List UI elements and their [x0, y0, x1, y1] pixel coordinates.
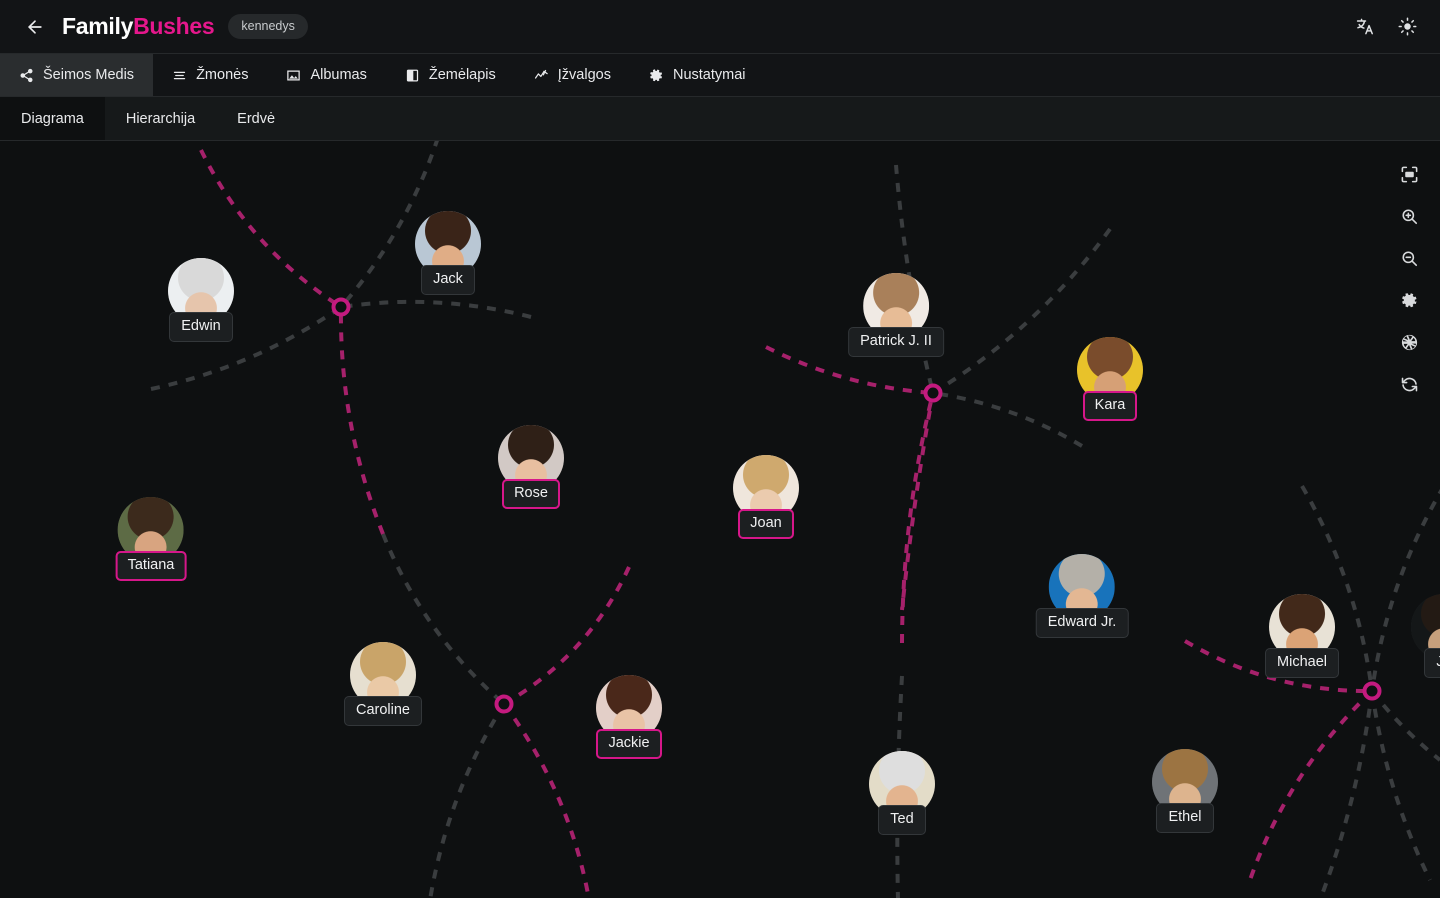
tab-seimos-medis[interactable]: Šeimos Medis	[0, 54, 154, 96]
person-label[interactable]: Joan	[738, 509, 794, 539]
graph-edge	[900, 392, 935, 611]
person-label[interactable]: Jo	[1424, 648, 1440, 678]
reset-view-button[interactable]	[1394, 369, 1424, 399]
person-node-ethel[interactable]: Ethel	[1152, 749, 1218, 833]
person-node-michael[interactable]: Michael	[1265, 594, 1339, 678]
top-header-bar: Family Bushes kennedys	[0, 0, 1440, 54]
tab-label: Šeimos Medis	[43, 67, 135, 83]
person-label[interactable]: Edward Jr.	[1035, 608, 1129, 638]
graph-edge	[428, 702, 506, 898]
graph-edges-layer	[150, 141, 1440, 898]
tab-albumas[interactable]: Albumas	[267, 54, 385, 96]
person-label[interactable]: Tatiana	[115, 551, 187, 581]
person-label[interactable]: Caroline	[344, 696, 422, 726]
person-label[interactable]: Rose	[502, 479, 560, 509]
aperture-icon	[1401, 334, 1417, 350]
union-node-u3[interactable]	[494, 694, 514, 714]
person-node-patrick[interactable]: Patrick J. II	[848, 273, 944, 357]
snapshot-button[interactable]	[1394, 327, 1424, 357]
secondary-tab-bar: Diagrama Hierarchija Erdvė	[0, 97, 1440, 141]
tab-label: Albumas	[310, 67, 367, 83]
person-label[interactable]: Patrick J. II	[848, 327, 944, 357]
zoom-in-icon	[1401, 208, 1417, 224]
gear-icon	[649, 68, 664, 83]
arrow-left-icon	[28, 19, 42, 34]
tab-nustatymai[interactable]: Nustatymai	[630, 54, 765, 96]
brand-primary: Family	[62, 13, 134, 39]
fit-to-screen-icon	[1401, 166, 1417, 182]
person-node-ted[interactable]: Ted	[869, 751, 935, 835]
tab-izvalgos[interactable]: Įžvalgos	[515, 54, 630, 96]
person-node-jack[interactable]: Jack	[415, 211, 481, 295]
person-label[interactable]: Jackie	[596, 729, 662, 759]
list-icon	[172, 68, 187, 83]
tab-label: Žmonės	[196, 67, 249, 83]
image-icon	[286, 68, 301, 83]
fit-to-screen-button[interactable]	[1394, 159, 1424, 189]
gear-icon	[1401, 292, 1416, 307]
subtab-erdve[interactable]: Erdvė	[216, 97, 296, 140]
person-node-edwardjr[interactable]: Edward Jr.	[1035, 554, 1129, 638]
union-node-u4[interactable]	[1362, 681, 1382, 701]
primary-tab-bar: Šeimos Medis Žmonės Albumas Žemėlapis Įž…	[0, 54, 1440, 97]
graph-edge	[1370, 690, 1432, 881]
person-node-kara[interactable]: Kara	[1077, 337, 1143, 421]
zoom-out-icon	[1401, 250, 1417, 266]
person-node-edwin[interactable]: Edwin	[168, 258, 234, 342]
person-node-jackie[interactable]: Jackie	[596, 675, 662, 759]
tree-badge[interactable]: kennedys	[228, 13, 308, 40]
translate-icon	[1356, 18, 1373, 35]
graph-edge	[502, 702, 591, 898]
person-label[interactable]: Michael	[1265, 648, 1339, 678]
person-node-rose[interactable]: Rose	[498, 425, 564, 509]
app-brand[interactable]: Family Bushes	[62, 13, 215, 40]
person-label[interactable]: Ethel	[1156, 803, 1214, 833]
child-edge	[340, 299, 532, 319]
language-button[interactable]	[1348, 10, 1382, 44]
spouse-edge	[338, 306, 385, 535]
subtab-hierarchija[interactable]: Hierarchija	[105, 97, 216, 140]
zoom-in-button[interactable]	[1394, 201, 1424, 231]
tab-zemelapis[interactable]: Žemėlapis	[386, 54, 515, 96]
person-node-jo-clip[interactable]: Jo	[1411, 594, 1440, 678]
share-nodes-icon	[19, 68, 34, 83]
canvas-tool-rail	[1394, 159, 1424, 399]
person-label[interactable]: Ted	[878, 805, 926, 835]
union-node-u1[interactable]	[331, 297, 351, 317]
union-node-u2[interactable]	[923, 383, 943, 403]
person-node-joan[interactable]: Joan	[733, 455, 799, 539]
tab-label: Įžvalgos	[557, 67, 611, 83]
person-node-caroline[interactable]: Caroline	[344, 642, 422, 726]
analytics-icon	[534, 68, 549, 83]
map-icon	[405, 68, 420, 83]
zoom-out-button[interactable]	[1394, 243, 1424, 273]
family-tree-canvas[interactable]: Edwin Jack Tatiana Rose Caroline Jackie Patric…	[0, 141, 1440, 898]
union-nodes-group	[331, 297, 1382, 714]
theme-toggle-button[interactable]	[1390, 10, 1424, 44]
person-label[interactable]: Kara	[1082, 391, 1138, 421]
refresh-icon	[1401, 377, 1417, 391]
child-edge	[932, 391, 1084, 448]
graph-settings-button[interactable]	[1394, 285, 1424, 315]
back-button[interactable]	[18, 10, 52, 44]
person-label[interactable]: Edwin	[169, 312, 233, 342]
subtab-diagrama[interactable]: Diagrama	[0, 97, 105, 140]
person-node-tatiana[interactable]: Tatiana	[115, 497, 187, 581]
tab-label: Nustatymai	[672, 67, 746, 83]
person-label[interactable]: Jack	[421, 265, 475, 295]
header-actions	[1348, 10, 1424, 44]
tab-label: Žemėlapis	[428, 67, 496, 83]
tab-zmones[interactable]: Žmonės	[153, 54, 267, 96]
graph-edge	[1318, 690, 1374, 898]
brand-accent: Bushes	[133, 13, 215, 39]
sun-icon	[1398, 17, 1416, 36]
